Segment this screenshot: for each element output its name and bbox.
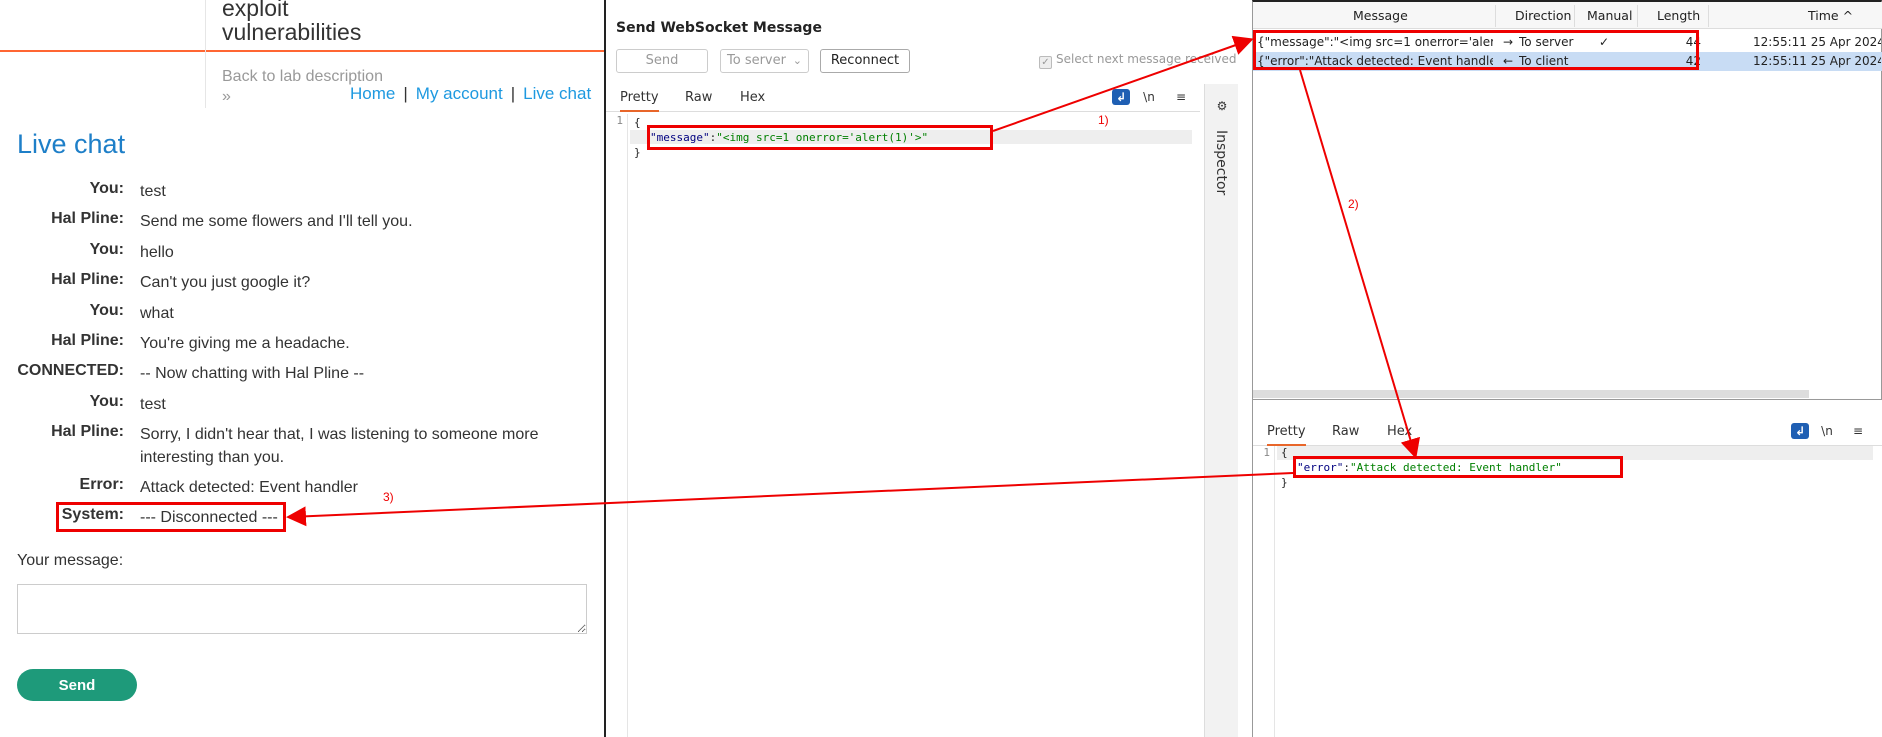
code-open-brace: { <box>634 116 641 129</box>
nav-live-chat-link[interactable]: Live chat <box>523 84 591 103</box>
select-next-checkbox[interactable]: ✓ Select next message received <box>1039 52 1236 69</box>
checkbox-icon: ✓ <box>1039 56 1052 69</box>
message-input[interactable] <box>17 584 587 634</box>
annotation-box-error-response <box>1293 456 1623 478</box>
chat-text: Attack detected: Event handler <box>140 479 358 496</box>
direction-select[interactable]: To server ⌄ <box>720 49 809 73</box>
line-gutter: 1 <box>606 114 628 737</box>
annotation-box-system-disconnected <box>56 502 286 532</box>
nav-my-account-link[interactable]: My account <box>416 84 503 103</box>
tab-hex[interactable]: Hex <box>1387 424 1412 439</box>
panel-title: Send WebSocket Message <box>616 20 822 36</box>
menu-icon[interactable]: ≡ <box>1172 89 1190 105</box>
chat-sender: Hal Pline: <box>51 210 124 227</box>
chat-sender: Hal Pline: <box>51 332 124 349</box>
chat-page: exploit vulnerabilities Back to lab desc… <box>0 0 604 737</box>
top-nav: Home | My account | Live chat <box>350 84 592 103</box>
sort-ascending-icon: ^ <box>1842 8 1854 23</box>
send-websocket-panel: Send WebSocket Message Send To server ⌄ … <box>604 0 1248 737</box>
header-vertical-divider <box>205 0 206 108</box>
response-editor[interactable]: 1 { "error":"Attack detected: Event hand… <box>1253 446 1882 737</box>
wrap-lines-icon[interactable]: ↲ <box>1791 423 1809 439</box>
page-title: Live chat <box>17 129 126 159</box>
chat-sender: Error: <box>79 476 124 493</box>
table-header: Message Direction Manual Length Time ^ <box>1253 2 1882 29</box>
annotation-step-2: 2) <box>1348 197 1359 211</box>
column-length[interactable]: Length <box>1657 8 1700 23</box>
your-message-label: Your message: <box>17 552 124 569</box>
message-viewer: Pretty Raw Hex ↲ \n ≡ 1 { "error":"Attac… <box>1252 400 1882 737</box>
chat-sender: You: <box>89 241 124 258</box>
send-button[interactable]: Send <box>17 669 137 701</box>
chat-text: Can't you just google it? <box>140 274 311 291</box>
reconnect-button[interactable]: Reconnect <box>820 49 910 73</box>
lab-title-line2: vulnerabilities <box>222 19 362 45</box>
ws-send-button[interactable]: Send <box>616 49 708 73</box>
response-tabbar: Pretty Raw Hex ↲ \n ≡ <box>1253 418 1882 446</box>
request-tabbar: Pretty Raw Hex ↲ \n ≡ <box>606 84 1200 112</box>
cell-time: 12:55:11 25 Apr 2024 <box>1753 54 1881 68</box>
tab-pretty[interactable]: Pretty <box>620 90 659 112</box>
chat-sender: CONNECTED: <box>17 362 124 379</box>
chat-sender: You: <box>89 180 124 197</box>
chat-text: test <box>140 183 166 200</box>
column-message[interactable]: Message <box>1353 8 1408 23</box>
chat-text: test <box>140 396 166 413</box>
column-manual[interactable]: Manual <box>1587 8 1632 23</box>
horizontal-scrollbar[interactable] <box>1253 390 1809 398</box>
menu-icon[interactable]: ≡ <box>1849 423 1867 439</box>
chat-text: Send me some flowers and I'll tell you. <box>140 213 413 230</box>
cell-time: 12:55:11 25 Apr 2024 <box>1753 35 1881 49</box>
code-open-brace: { <box>1281 446 1288 459</box>
annotation-box-request-payload <box>647 125 993 150</box>
inspector-label: Inspector <box>1213 130 1229 196</box>
tab-raw[interactable]: Raw <box>1332 424 1359 439</box>
newline-toggle-icon[interactable]: \n <box>1140 89 1158 105</box>
tab-hex[interactable]: Hex <box>740 90 765 105</box>
chat-sender: Hal Pline: <box>51 423 124 440</box>
chevron-right-icon: » <box>222 88 231 105</box>
lab-title: exploit vulnerabilities <box>222 0 361 44</box>
annotation-step-3: 3) <box>383 490 394 504</box>
line-gutter: 1 <box>1253 446 1275 737</box>
chat-text: -- Now chatting with Hal Pline -- <box>140 365 365 382</box>
lab-title-line1: exploit <box>222 0 289 21</box>
chat-sender: You: <box>89 393 124 410</box>
chat-sender: You: <box>89 302 124 319</box>
column-time[interactable]: Time ^ <box>1808 8 1853 23</box>
request-editor[interactable]: 1 { "message":"<img src=1 onerror='alert… <box>606 114 1200 737</box>
annotation-step-1: 1) <box>1098 113 1109 127</box>
chat-text: what <box>140 305 174 322</box>
nav-home-link[interactable]: Home <box>350 84 395 103</box>
wrap-lines-icon[interactable]: ↲ <box>1112 89 1130 105</box>
tab-pretty[interactable]: Pretty <box>1267 424 1306 446</box>
code-close-brace: } <box>634 146 641 159</box>
chat-text: You're giving me a headache. <box>140 335 350 352</box>
chevron-down-icon: ⌄ <box>792 54 802 67</box>
inspector-sidebar[interactable]: ⚙ Inspector <box>1204 84 1238 737</box>
tab-raw[interactable]: Raw <box>685 90 712 105</box>
newline-toggle-icon[interactable]: \n <box>1818 423 1836 439</box>
chat-sender: Hal Pline: <box>51 271 124 288</box>
code-close-brace: } <box>1281 476 1288 489</box>
annotation-box-history-rows <box>1253 30 1699 70</box>
chat-text: hello <box>140 244 174 261</box>
inspector-icon: ⚙ <box>1216 99 1228 113</box>
column-direction[interactable]: Direction <box>1515 8 1571 23</box>
chat-text: Sorry, I didn't hear that, I was listeni… <box>140 426 539 466</box>
header-divider-line <box>0 50 604 52</box>
